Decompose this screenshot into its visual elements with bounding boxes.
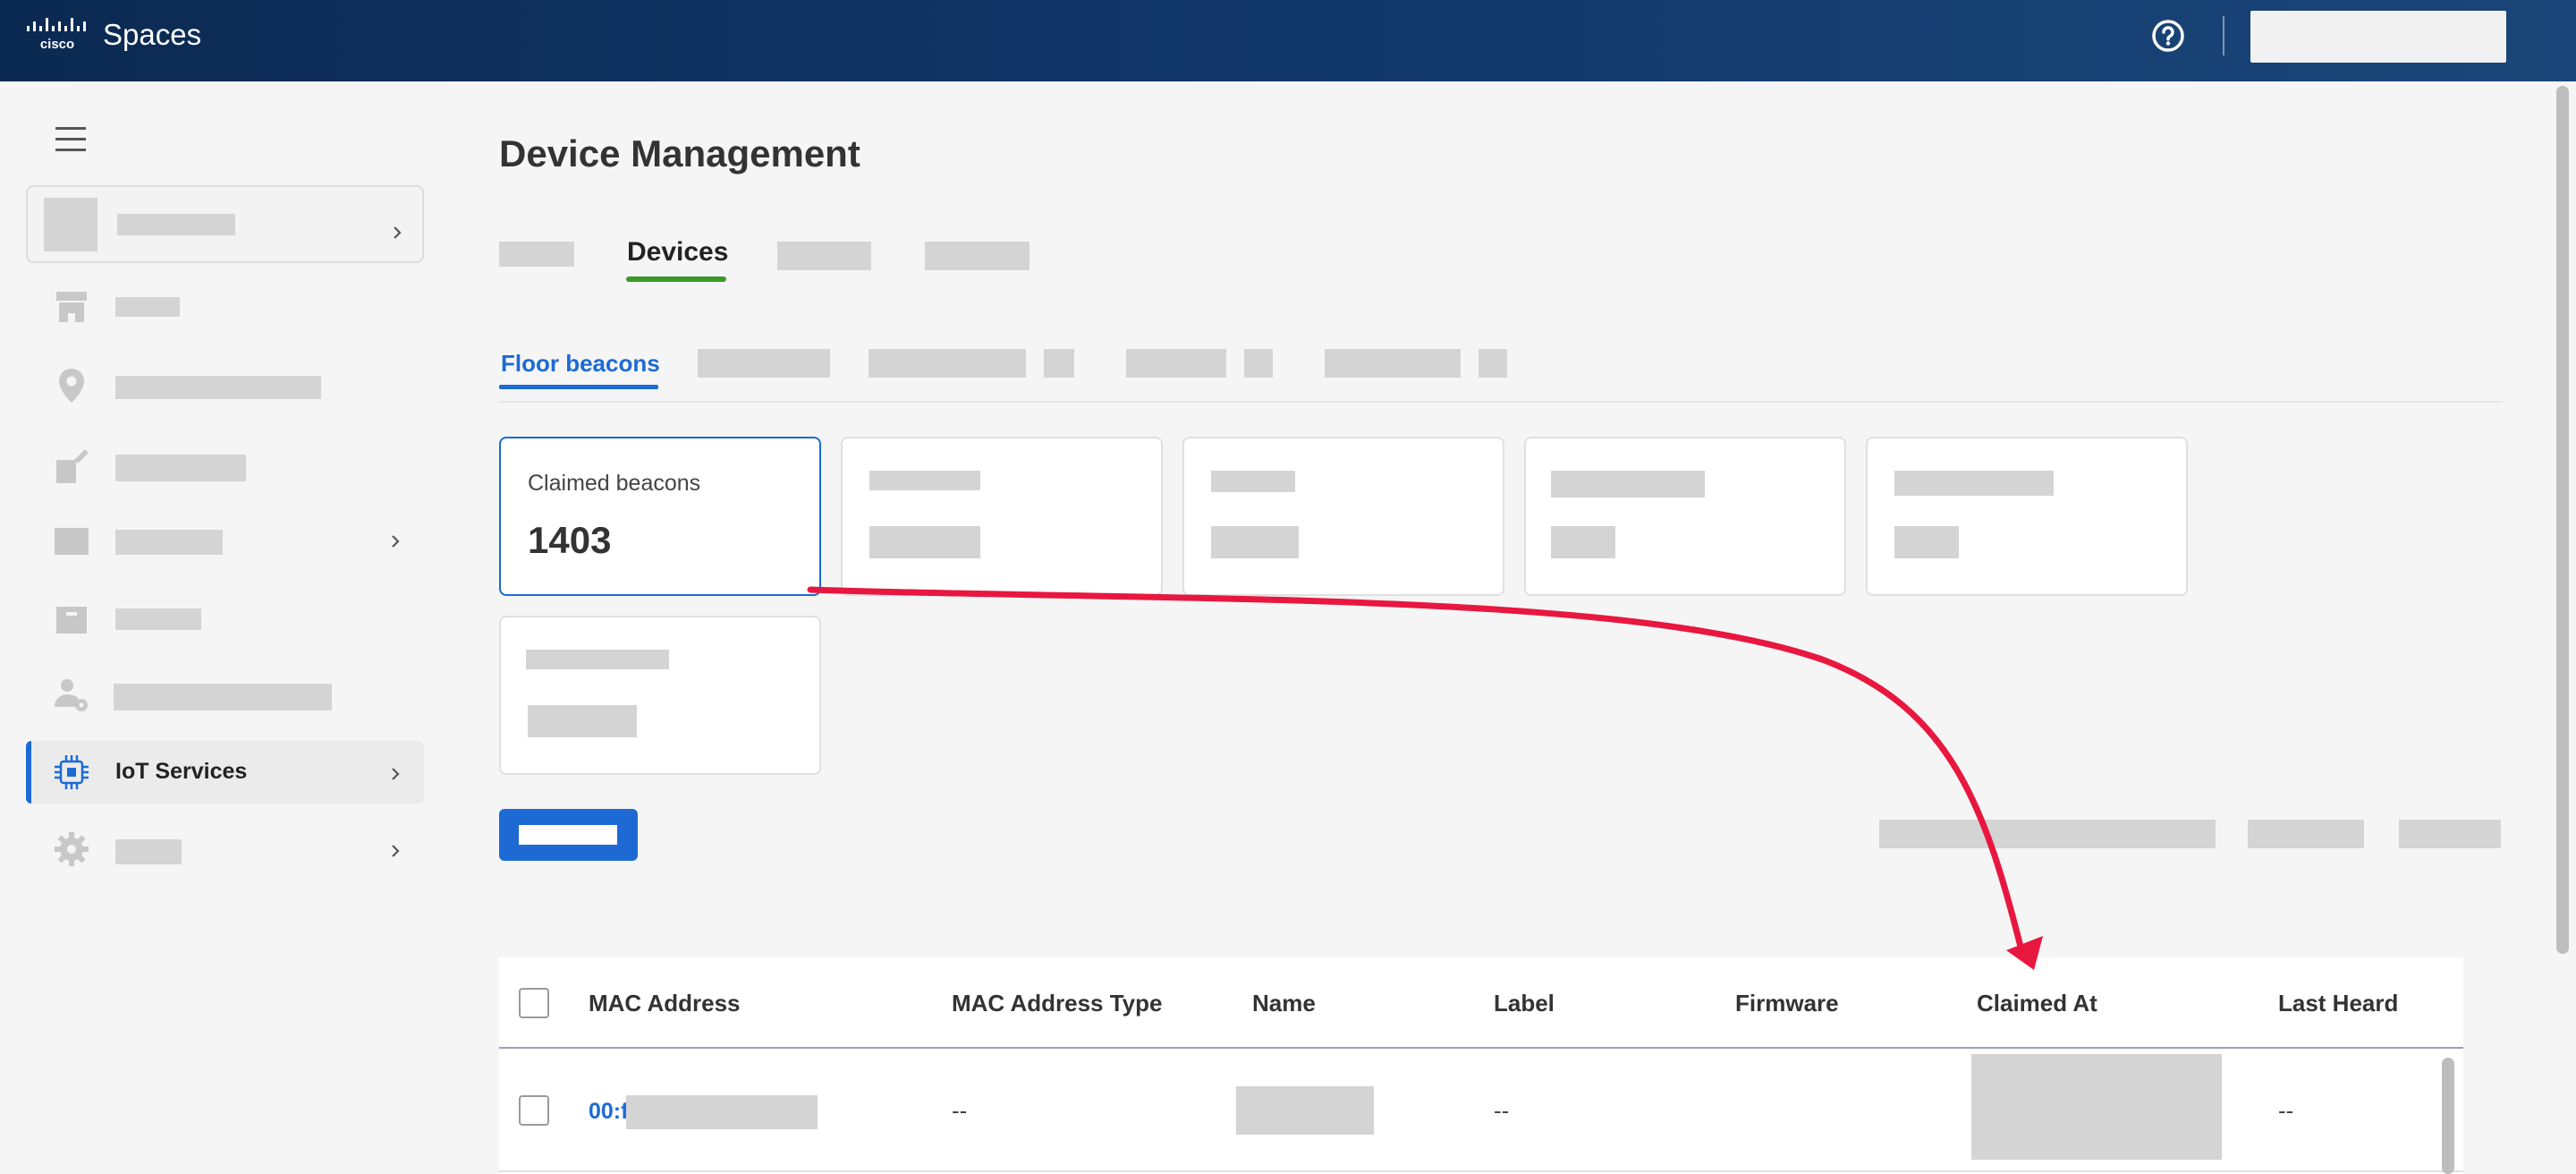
sidebar-label-placeholder xyxy=(115,297,180,317)
column-header-claimed-at[interactable]: Claimed At xyxy=(1977,990,2097,1017)
primary-action-button[interactable] xyxy=(499,809,638,861)
subtab-floor-beacons[interactable]: Floor beacons xyxy=(501,350,660,378)
metric-card-value: 1403 xyxy=(528,519,612,561)
row-checkbox[interactable] xyxy=(519,1095,549,1126)
toolbar-action-placeholder[interactable] xyxy=(1879,820,2216,848)
table-header: MAC Address MAC Address Type Name Label … xyxy=(499,957,2463,1049)
metric-card-value-placeholder xyxy=(1551,526,1615,558)
subtab-4-count-placeholder xyxy=(1244,349,1273,378)
metric-card-3[interactable] xyxy=(1182,437,1504,596)
select-all-checkbox[interactable] xyxy=(519,988,549,1018)
metric-card-5[interactable] xyxy=(1866,437,2188,596)
metric-card-2[interactable] xyxy=(841,437,1163,596)
sidebar-item-settings[interactable] xyxy=(26,818,424,880)
toolbar-action-placeholder[interactable] xyxy=(2399,820,2501,848)
subtab-5-count-placeholder xyxy=(1479,349,1507,378)
sidebar-label-placeholder xyxy=(115,839,182,864)
iot-chip-icon xyxy=(53,753,90,791)
column-header-mac-address[interactable]: MAC Address xyxy=(589,990,741,1017)
org-selector[interactable] xyxy=(26,185,424,263)
subtab-divider xyxy=(499,401,2503,403)
gear-icon xyxy=(53,830,90,868)
org-avatar xyxy=(44,198,97,251)
last-heard-cell: -- xyxy=(2278,1097,2294,1124)
mac-type-cell: -- xyxy=(952,1097,968,1124)
name-cell-redacted xyxy=(1236,1086,1374,1135)
column-header-mac-address-type[interactable]: MAC Address Type xyxy=(952,990,1163,1017)
metric-card-label-placeholder xyxy=(1551,471,1705,498)
mac-address-redacted xyxy=(626,1095,818,1129)
subtab-2-placeholder[interactable] xyxy=(698,349,830,378)
metric-card-value-placeholder xyxy=(869,526,980,558)
chevron-right-icon xyxy=(387,533,403,549)
column-header-name[interactable]: Name xyxy=(1252,990,1316,1017)
metric-card-6[interactable] xyxy=(499,616,821,775)
sidebar-item-label: IoT Services xyxy=(115,759,248,784)
sidebar-label-placeholder xyxy=(115,608,201,630)
tab-4-placeholder[interactable] xyxy=(925,242,1030,270)
metric-card-value-placeholder xyxy=(1211,526,1299,558)
mac-address-link[interactable]: 00:f xyxy=(589,1099,628,1125)
sidebar-item-iot-services[interactable]: IoT Services xyxy=(26,741,424,804)
page-scrollbar[interactable] xyxy=(2556,86,2569,954)
tag-icon xyxy=(53,447,90,485)
top-bar: cisco Spaces xyxy=(0,0,2576,81)
sidebar-label-placeholder xyxy=(114,684,332,710)
sidebar-item-3[interactable] xyxy=(26,435,424,498)
cisco-logo[interactable]: cisco xyxy=(25,16,89,52)
sidebar-label-placeholder xyxy=(115,376,321,399)
brand-text: cisco xyxy=(40,37,74,52)
box-icon xyxy=(53,524,90,562)
location-pin-icon xyxy=(53,367,90,404)
app-name: Spaces xyxy=(103,18,202,51)
tab-3-placeholder[interactable] xyxy=(777,242,871,270)
metric-card-label-placeholder xyxy=(1211,471,1295,492)
tab-devices[interactable]: Devices xyxy=(627,237,728,268)
user-settings-icon xyxy=(53,676,90,714)
metric-card-label: Claimed beacons xyxy=(528,471,701,496)
metric-card-claimed-beacons[interactable]: Claimed beacons 1403 xyxy=(499,437,821,596)
sidebar-label-placeholder xyxy=(115,455,246,481)
devices-table: MAC Address MAC Address Type Name Label … xyxy=(499,957,2463,1174)
subtab-3-placeholder[interactable] xyxy=(869,349,1026,378)
metric-card-value-placeholder xyxy=(528,705,637,737)
help-icon[interactable] xyxy=(2150,18,2186,54)
topbar-divider xyxy=(2223,16,2224,55)
user-menu[interactable] xyxy=(2250,11,2506,63)
menu-icon[interactable] xyxy=(55,127,86,152)
chevron-right-icon xyxy=(387,843,403,859)
metric-card-value-placeholder xyxy=(1894,526,1959,558)
chevron-right-icon xyxy=(389,225,405,241)
tab-1-placeholder[interactable] xyxy=(499,242,574,267)
row-divider xyxy=(499,1170,2463,1172)
column-header-firmware[interactable]: Firmware xyxy=(1735,990,1839,1017)
org-name-placeholder xyxy=(117,214,235,235)
subtab-4-placeholder[interactable] xyxy=(1126,349,1226,378)
subtab-5-placeholder[interactable] xyxy=(1325,349,1461,378)
table-scrollbar[interactable] xyxy=(2442,1058,2454,1174)
metric-card-label-placeholder xyxy=(1894,471,2054,496)
sidebar-item-2[interactable] xyxy=(26,354,424,417)
chevron-right-icon xyxy=(387,766,403,782)
button-label-placeholder xyxy=(519,825,617,845)
tab-active-indicator xyxy=(626,276,726,282)
sidebar-item-5[interactable] xyxy=(26,587,424,650)
metric-card-label-placeholder xyxy=(869,471,980,490)
label-cell: -- xyxy=(1494,1097,1510,1124)
subtab-3-count-placeholder xyxy=(1044,349,1074,378)
claimed-at-cell-redacted xyxy=(1971,1054,2222,1160)
toolbar-action-placeholder[interactable] xyxy=(2248,820,2364,848)
column-header-last-heard[interactable]: Last Heard xyxy=(2278,990,2398,1017)
metric-card-4[interactable] xyxy=(1524,437,1846,596)
page-title: Device Management xyxy=(499,132,860,174)
metric-card-label-placeholder xyxy=(526,650,669,669)
sidebar-item-6[interactable] xyxy=(26,664,424,727)
folder-icon xyxy=(53,600,90,637)
column-header-label[interactable]: Label xyxy=(1494,990,1555,1017)
sidebar-item-1[interactable] xyxy=(26,276,424,338)
subtab-active-indicator xyxy=(499,385,658,389)
store-icon xyxy=(53,288,90,326)
sidebar-item-4[interactable] xyxy=(26,510,424,573)
sidebar-label-placeholder xyxy=(115,530,223,555)
